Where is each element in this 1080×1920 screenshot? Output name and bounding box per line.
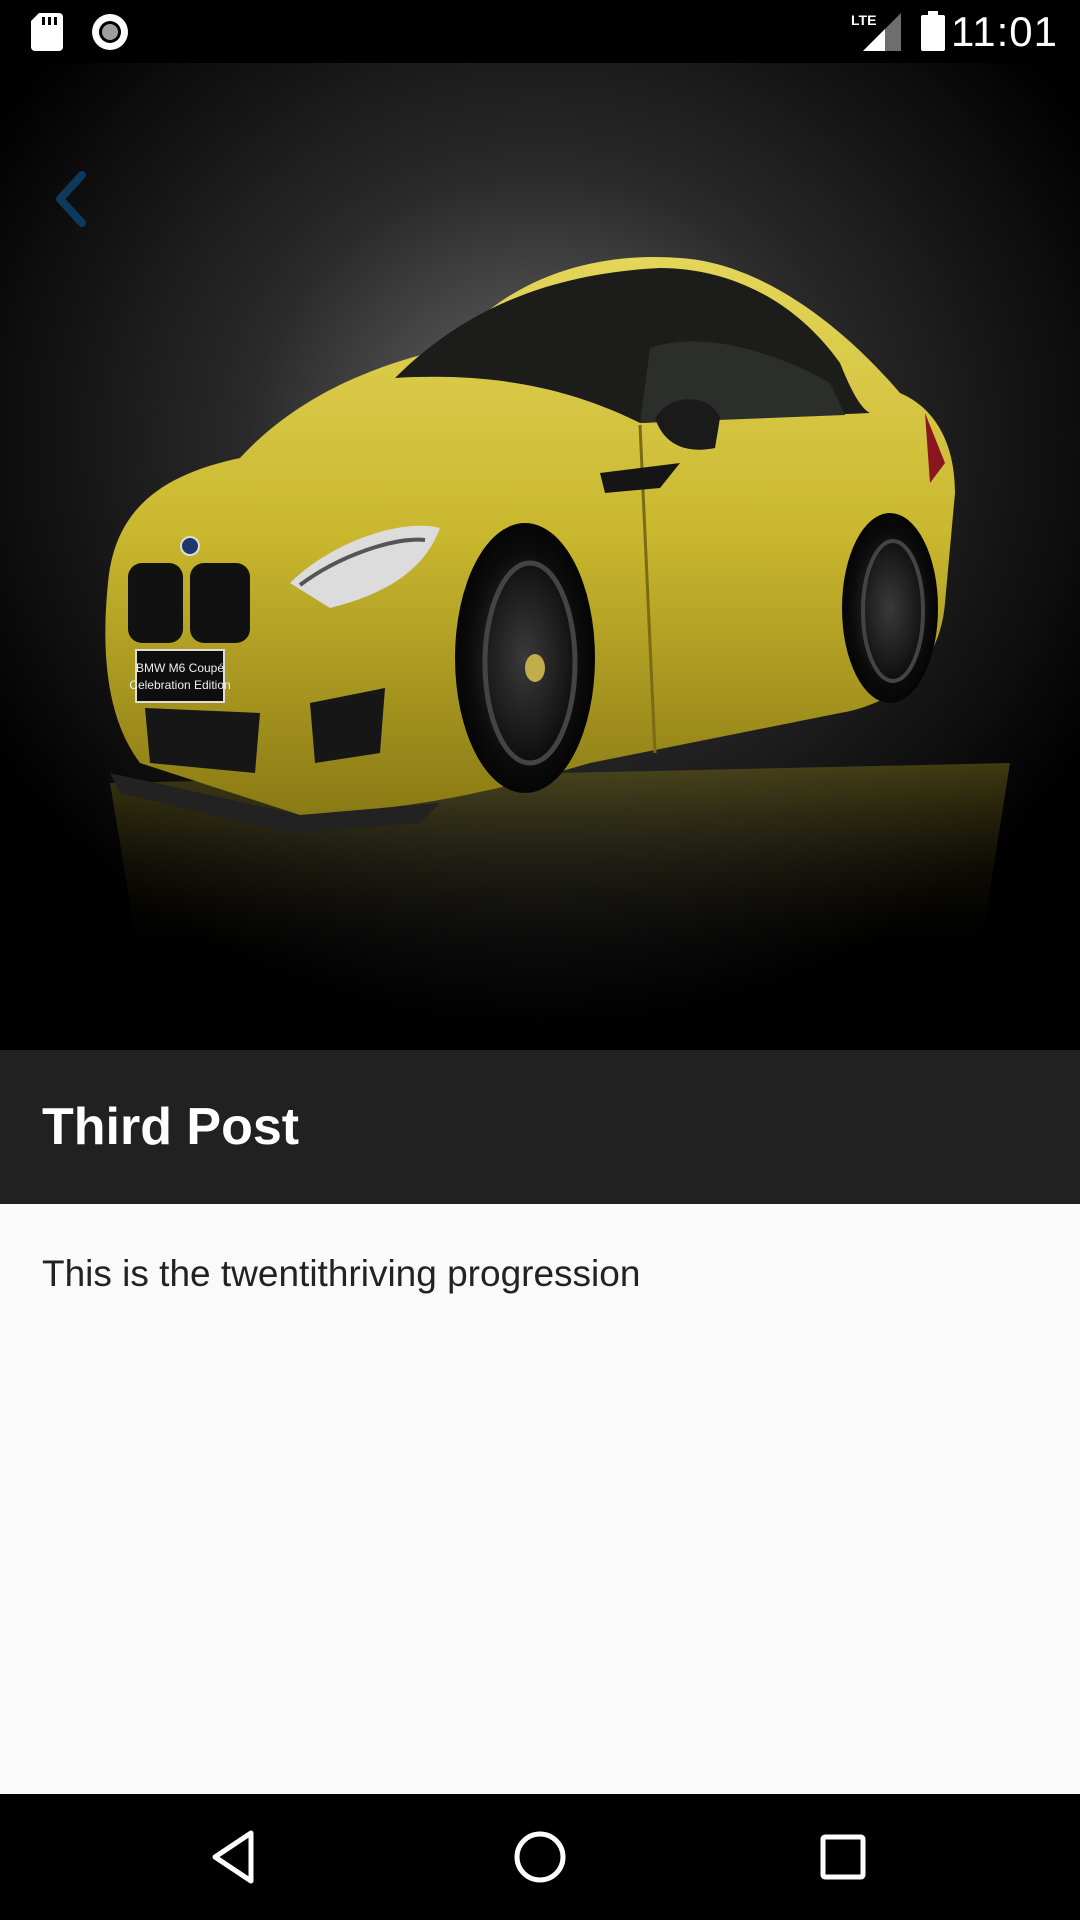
status-bar: LTE 11:01 (0, 0, 1080, 63)
svg-text:LTE: LTE (851, 12, 876, 28)
navigation-bar (0, 1794, 1080, 1920)
status-clock: 11:01 (951, 8, 1058, 55)
lte-signal-icon: LTE (851, 12, 901, 51)
chevron-left-icon (56, 171, 86, 227)
post-title-bar: Third Post (0, 1050, 1080, 1204)
plate-line-2: Celebration Edition (129, 678, 230, 692)
nav-home-icon[interactable] (510, 1827, 570, 1887)
post-body: This is the twentithriving progression (42, 1253, 641, 1294)
car-illustration: BMW M6 Coupé Celebration Edition (0, 63, 1080, 1050)
hero-image: BMW M6 Coupé Celebration Edition (0, 63, 1080, 1050)
nav-recents-icon[interactable] (813, 1827, 873, 1887)
sd-card-icon (31, 13, 63, 51)
record-icon (92, 14, 128, 50)
nav-back-icon[interactable] (207, 1827, 267, 1887)
post-title: Third Post (42, 1098, 300, 1156)
plate-line-1: BMW M6 Coupé (136, 661, 224, 675)
back-button[interactable] (44, 163, 104, 235)
battery-icon (921, 11, 945, 51)
post-content: This is the twentithriving progression (0, 1204, 1080, 1794)
